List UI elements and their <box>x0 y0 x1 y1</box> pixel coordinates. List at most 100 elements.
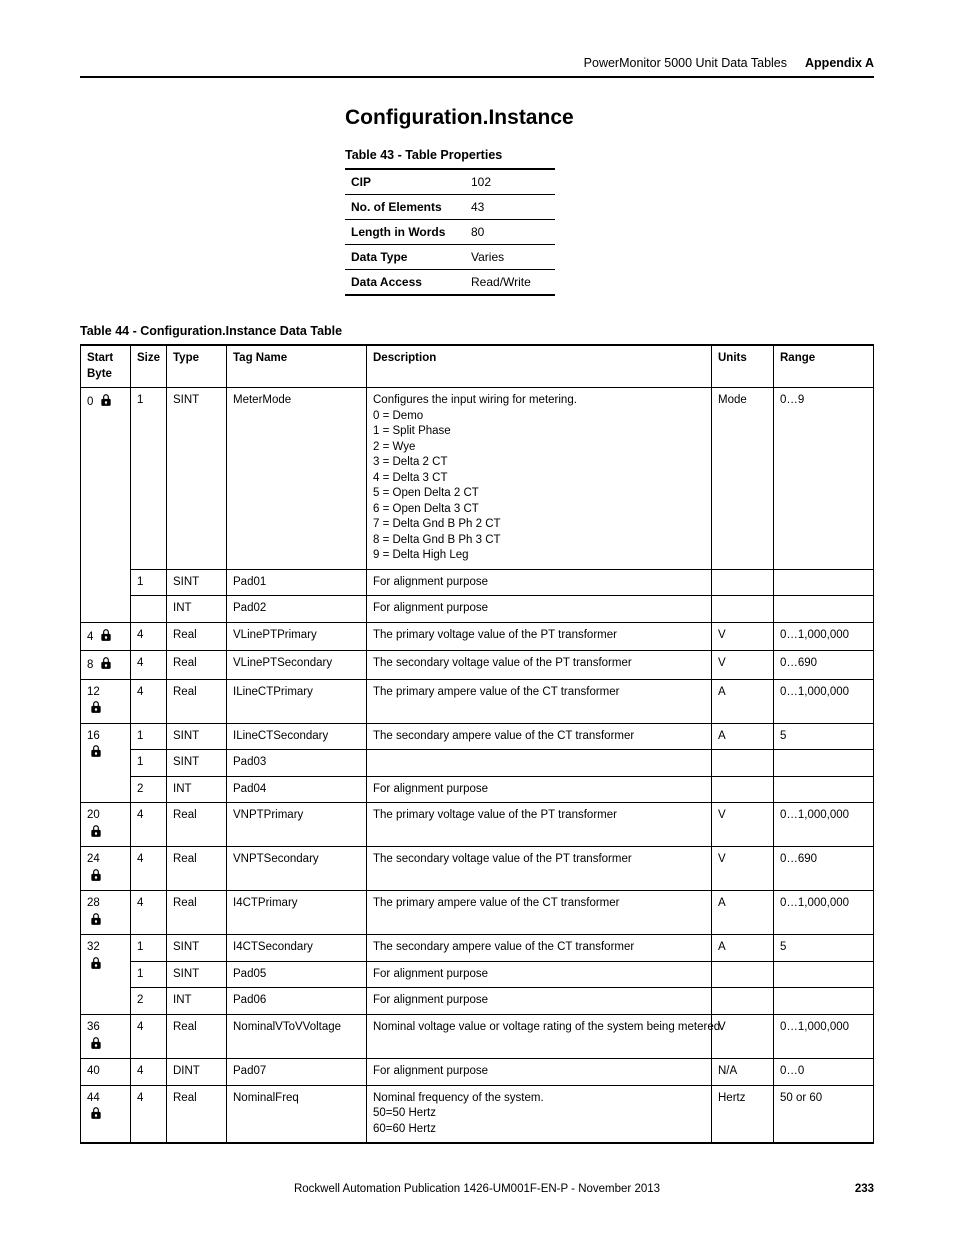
cell-size: 4 <box>131 1059 167 1086</box>
cell-start-byte: 16 <box>81 723 131 803</box>
cell-description: For alignment purpose <box>367 1059 712 1086</box>
cell-type: Real <box>167 1014 227 1058</box>
cell-range <box>774 988 874 1015</box>
cell-size: 1 <box>131 961 167 988</box>
cell-range: 0…690 <box>774 651 874 680</box>
cell-type: INT <box>167 596 227 623</box>
header-appendix: Appendix A <box>805 56 874 70</box>
cell-size: 1 <box>131 723 167 750</box>
cell-tag: Pad02 <box>227 596 367 623</box>
table-row: 0 1SINTMeterModeConfigures the input wir… <box>81 388 874 570</box>
table-row: 161SINTILineCTSecondaryThe secondary amp… <box>81 723 874 750</box>
cell-range: 0…1,000,000 <box>774 803 874 847</box>
cell-size: 1 <box>131 569 167 596</box>
cell-units: V <box>712 622 774 651</box>
cell-units: Hertz <box>712 1085 774 1143</box>
props-row: No. of Elements43 <box>345 195 555 220</box>
cell-size: 4 <box>131 679 167 723</box>
cell-range: 50 or 60 <box>774 1085 874 1143</box>
cell-range: 0…1,000,000 <box>774 622 874 651</box>
cell-description: The secondary ampere value of the CT tra… <box>367 935 712 962</box>
lock-icon <box>89 956 103 970</box>
lock-icon <box>89 700 103 714</box>
table-row: 124RealILineCTPrimaryThe primary ampere … <box>81 679 874 723</box>
cell-range: 5 <box>774 935 874 962</box>
cell-description: For alignment purpose <box>367 596 712 623</box>
cell-size: 2 <box>131 988 167 1015</box>
cell-range <box>774 569 874 596</box>
cell-units: A <box>712 723 774 750</box>
cell-range: 5 <box>774 723 874 750</box>
table-row: 2INTPad06For alignment purpose <box>81 988 874 1015</box>
cell-tag: Pad05 <box>227 961 367 988</box>
cell-range: 0…9 <box>774 388 874 570</box>
cell-description: Nominal voltage value or voltage rating … <box>367 1014 712 1058</box>
table-row: 8 4RealVLinePTSecondaryThe secondary vol… <box>81 651 874 680</box>
cell-tag: I4CTSecondary <box>227 935 367 962</box>
cell-description: The primary ampere value of the CT trans… <box>367 891 712 935</box>
cell-type: Real <box>167 651 227 680</box>
cell-range <box>774 750 874 777</box>
th-desc: Description <box>367 345 712 388</box>
table-row: 284RealI4CTPrimaryThe primary ampere val… <box>81 891 874 935</box>
cell-description: For alignment purpose <box>367 961 712 988</box>
lock-icon <box>99 393 113 407</box>
cell-description: The primary voltage value of the PT tran… <box>367 622 712 651</box>
cell-description: The primary voltage value of the PT tran… <box>367 803 712 847</box>
table-row: 321SINTI4CTSecondaryThe secondary ampere… <box>81 935 874 962</box>
cell-range: 0…1,000,000 <box>774 1014 874 1058</box>
lock-icon <box>89 1106 103 1120</box>
props-row: Data AccessRead/Write <box>345 270 555 296</box>
cell-tag: NominalFreq <box>227 1085 367 1143</box>
cell-units: V <box>712 803 774 847</box>
table-row: 1SINTPad03 <box>81 750 874 777</box>
cell-tag: MeterMode <box>227 388 367 570</box>
cell-size: 2 <box>131 776 167 803</box>
cell-tag: ILineCTPrimary <box>227 679 367 723</box>
cell-start-byte: 40 <box>81 1059 131 1086</box>
props-key: Length in Words <box>345 220 465 245</box>
page-footer: Rockwell Automation Publication 1426-UM0… <box>80 1183 874 1195</box>
cell-tag: Pad06 <box>227 988 367 1015</box>
cell-description: The primary ampere value of the CT trans… <box>367 679 712 723</box>
table-row: 1SINTPad01For alignment purpose <box>81 569 874 596</box>
props-row: CIP102 <box>345 169 555 195</box>
table-row: 2INTPad04For alignment purpose <box>81 776 874 803</box>
cell-description: The secondary voltage value of the PT tr… <box>367 847 712 891</box>
cell-type: Real <box>167 622 227 651</box>
cell-tag: Pad07 <box>227 1059 367 1086</box>
th-range: Range <box>774 345 874 388</box>
table-row: 364RealNominalVToVVoltageNominal voltage… <box>81 1014 874 1058</box>
cell-type: Real <box>167 891 227 935</box>
cell-range: 0…1,000,000 <box>774 679 874 723</box>
cell-units <box>712 569 774 596</box>
props-value: 43 <box>465 195 555 220</box>
table-43-caption: Table 43 - Table Properties <box>345 148 874 162</box>
props-key: CIP <box>345 169 465 195</box>
cell-size: 1 <box>131 935 167 962</box>
props-value: Read/Write <box>465 270 555 296</box>
th-size: Size <box>131 345 167 388</box>
cell-type: INT <box>167 776 227 803</box>
cell-tag: VNPTPrimary <box>227 803 367 847</box>
cell-type: SINT <box>167 750 227 777</box>
cell-size <box>131 596 167 623</box>
cell-start-byte: 20 <box>81 803 131 847</box>
cell-size: 4 <box>131 1085 167 1143</box>
lock-icon <box>89 868 103 882</box>
cell-description <box>367 750 712 777</box>
cell-units: V <box>712 1014 774 1058</box>
cell-tag: VLinePTPrimary <box>227 622 367 651</box>
table-44-caption: Table 44 - Configuration.Instance Data T… <box>80 324 874 338</box>
table-properties: CIP102No. of Elements43Length in Words80… <box>345 168 555 296</box>
cell-tag: NominalVToVVoltage <box>227 1014 367 1058</box>
cell-type: SINT <box>167 961 227 988</box>
cell-tag: I4CTPrimary <box>227 891 367 935</box>
props-key: Data Access <box>345 270 465 296</box>
cell-tag: VLinePTSecondary <box>227 651 367 680</box>
table-row: 404DINTPad07For alignment purposeN/A0…0 <box>81 1059 874 1086</box>
cell-start-byte: 44 <box>81 1085 131 1143</box>
cell-start-byte: 12 <box>81 679 131 723</box>
cell-description: Nominal frequency of the system.50=50 He… <box>367 1085 712 1143</box>
cell-start-byte: 4 <box>81 622 131 651</box>
